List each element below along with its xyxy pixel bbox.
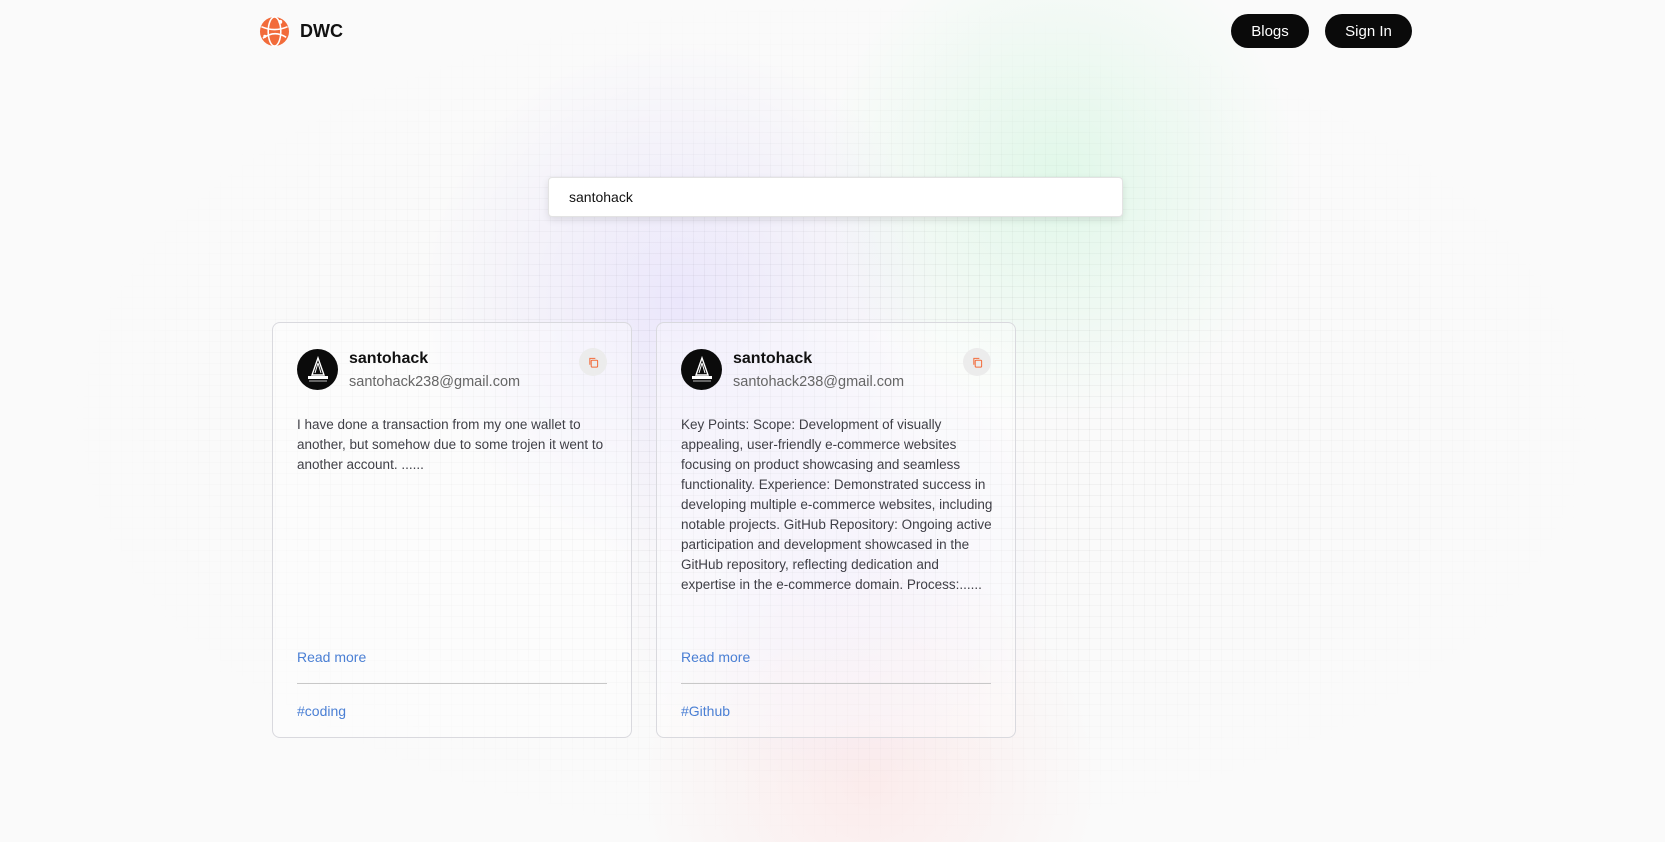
copy-icon — [972, 357, 982, 368]
card-divider — [297, 683, 607, 684]
post-tag[interactable]: #Github — [681, 703, 730, 719]
search-bar — [548, 177, 1123, 217]
post-excerpt: Key Points: Scope: Development of visual… — [681, 417, 993, 592]
top-navbar: DWC Blogs Sign In — [0, 0, 1665, 62]
post-tag[interactable]: #coding — [297, 703, 346, 719]
avatar — [681, 349, 722, 390]
sign-in-button[interactable]: Sign In — [1325, 14, 1412, 48]
search-input[interactable] — [549, 178, 1122, 216]
avatar-image — [307, 355, 328, 381]
blog-card: santohack santohack238@gmail.com Key Poi… — [656, 322, 1016, 738]
avatar — [297, 349, 338, 390]
author-name: santohack — [733, 350, 813, 367]
post-excerpt: I have done a transaction from my one wa… — [297, 417, 604, 472]
brand-name: DWC — [300, 20, 343, 41]
author-email: santohack238@gmail.com — [733, 374, 905, 390]
read-more-link[interactable]: Read more — [297, 649, 366, 665]
blog-card: santohack santohack238@gmail.com I have … — [272, 322, 632, 738]
card-divider — [681, 683, 991, 684]
copy-icon — [588, 357, 598, 368]
globe-logo-icon — [259, 15, 290, 47]
copy-button[interactable] — [963, 348, 991, 376]
blogs-button[interactable]: Blogs — [1231, 14, 1309, 48]
read-more-link[interactable]: Read more — [681, 649, 750, 665]
author-email: santohack238@gmail.com — [349, 374, 521, 390]
copy-button[interactable] — [579, 348, 607, 376]
author-name: santohack — [349, 350, 429, 367]
brand-link[interactable]: DWC — [259, 15, 343, 47]
avatar-image — [691, 355, 712, 381]
